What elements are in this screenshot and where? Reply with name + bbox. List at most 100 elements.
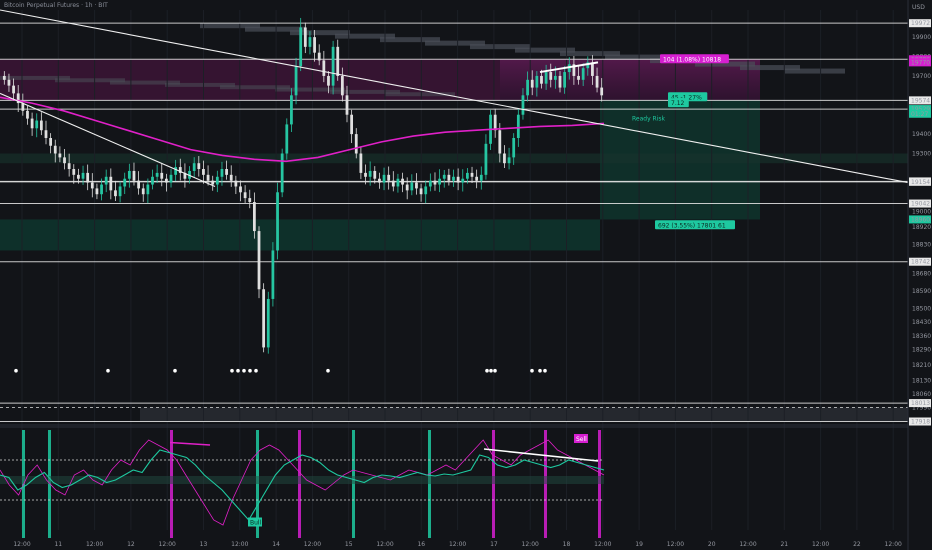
price-tick-label: 19900 [912, 34, 931, 41]
time-tick-label: 14 [272, 541, 280, 548]
candle-body [137, 180, 140, 189]
candle-body [558, 75, 562, 88]
time-tick-label: 12:00 [885, 541, 902, 548]
price-axis-unit: USD [912, 4, 925, 11]
time-tick-label: 17 [490, 541, 498, 548]
candle-body [30, 118, 34, 129]
signal-dot [248, 368, 252, 373]
signal-dot [254, 368, 258, 373]
osc-bull-label: Bull [250, 520, 262, 527]
time-tick-label: 19 [635, 541, 643, 548]
candle-body [600, 87, 604, 96]
candle-body [419, 188, 423, 195]
candle-body [368, 170, 372, 177]
candle-body [77, 174, 80, 179]
candle-body [396, 178, 400, 187]
time-tick-label: 21 [780, 541, 788, 548]
price-highlight-label: 19574 [911, 97, 930, 104]
signal-dot [236, 368, 240, 373]
time-tick-label: 12:00 [159, 541, 176, 548]
candle-body [540, 75, 543, 84]
candle-body [415, 182, 418, 189]
candle-body [345, 95, 349, 115]
candle-body [466, 172, 469, 179]
candle-body [317, 52, 321, 61]
candle-body [382, 174, 386, 183]
candle-body [535, 75, 539, 88]
price-tick-label: 18060 [912, 391, 931, 398]
chart-canvas[interactable]: 104 (1.08%) 1081845 -1.27%7.12692 (3.55%… [0, 0, 932, 550]
candle-body [530, 79, 534, 88]
candle-body [63, 157, 66, 164]
price-highlight-label: 19154 [911, 179, 930, 186]
time-tick-label: 12:00 [231, 541, 248, 548]
candle-body [387, 174, 391, 181]
candle-body [26, 110, 29, 119]
candle-body [285, 124, 289, 154]
candle-body [100, 184, 103, 195]
price-highlight-label: 18013 [911, 400, 930, 407]
candle-body [280, 153, 284, 193]
candle-body [438, 178, 441, 185]
time-tick-label: 12:00 [376, 541, 393, 548]
time-tick-label: 12:00 [594, 541, 611, 548]
signal-dot [543, 368, 547, 373]
annotation-ready-risk: Ready Risk [632, 116, 665, 123]
candle-body [266, 298, 270, 348]
price-highlight-label: 17918 [911, 419, 930, 426]
price-tick-label: 18920 [912, 224, 931, 231]
annotation-stop-sub-label: 7.12 [671, 100, 685, 107]
candle-body [405, 184, 409, 191]
candle-body [35, 120, 39, 129]
time-tick-label: 11 [54, 541, 62, 548]
time-tick-label: 12:00 [86, 541, 103, 548]
support-zone [0, 219, 600, 251]
candle-body [58, 153, 62, 158]
candle-body [165, 178, 168, 183]
candle-body [526, 79, 529, 96]
candle-body [141, 188, 145, 195]
time-tick-label: 12:00 [13, 541, 30, 548]
candle-body [174, 167, 178, 175]
lower-gray-band [140, 407, 908, 422]
candle-body [123, 178, 127, 187]
time-tick-label: 12:00 [304, 541, 321, 548]
candle-body [299, 27, 303, 67]
price-highlight-label: 19972 [911, 20, 930, 27]
candle-body [433, 180, 437, 185]
candle-body [118, 186, 122, 197]
time-tick-label: 18 [563, 541, 571, 548]
candle-body [516, 114, 520, 138]
candle-body [49, 137, 53, 146]
candle-body [271, 250, 275, 299]
time-tick-label: 12 [127, 541, 135, 548]
candle-body [313, 37, 316, 53]
candle-body [549, 72, 553, 80]
candle-body [114, 190, 117, 197]
time-tick-label: 20 [708, 541, 716, 548]
candle-body [308, 37, 312, 47]
candle-body [72, 169, 76, 175]
time-tick-label: 12:00 [739, 541, 756, 548]
candle-body [44, 130, 48, 138]
price-highlight-label: 19770 [911, 59, 930, 66]
candle-body [294, 66, 298, 96]
price-tick-label: 18290 [912, 346, 931, 353]
time-tick-label: 22 [853, 541, 861, 548]
chart-title: Bitcoin Perpetual Futures · 1h · BIT [4, 2, 108, 9]
signal-dot [230, 368, 234, 373]
candle-body [447, 174, 451, 181]
candle-body [160, 172, 164, 179]
candle-body [401, 178, 404, 185]
signal-dot [242, 368, 246, 373]
annotation-resistance-label: 104 (1.08%) 10818 [663, 56, 721, 63]
candle-body [197, 163, 201, 170]
price-tick-label: 19400 [912, 131, 931, 138]
candle-body [243, 192, 247, 199]
signal-dot [489, 368, 493, 373]
candle-body [67, 163, 71, 170]
price-tick-label: 18830 [912, 242, 931, 249]
candle-body [90, 182, 94, 189]
candle-body [151, 176, 154, 185]
candle-body [577, 75, 580, 80]
